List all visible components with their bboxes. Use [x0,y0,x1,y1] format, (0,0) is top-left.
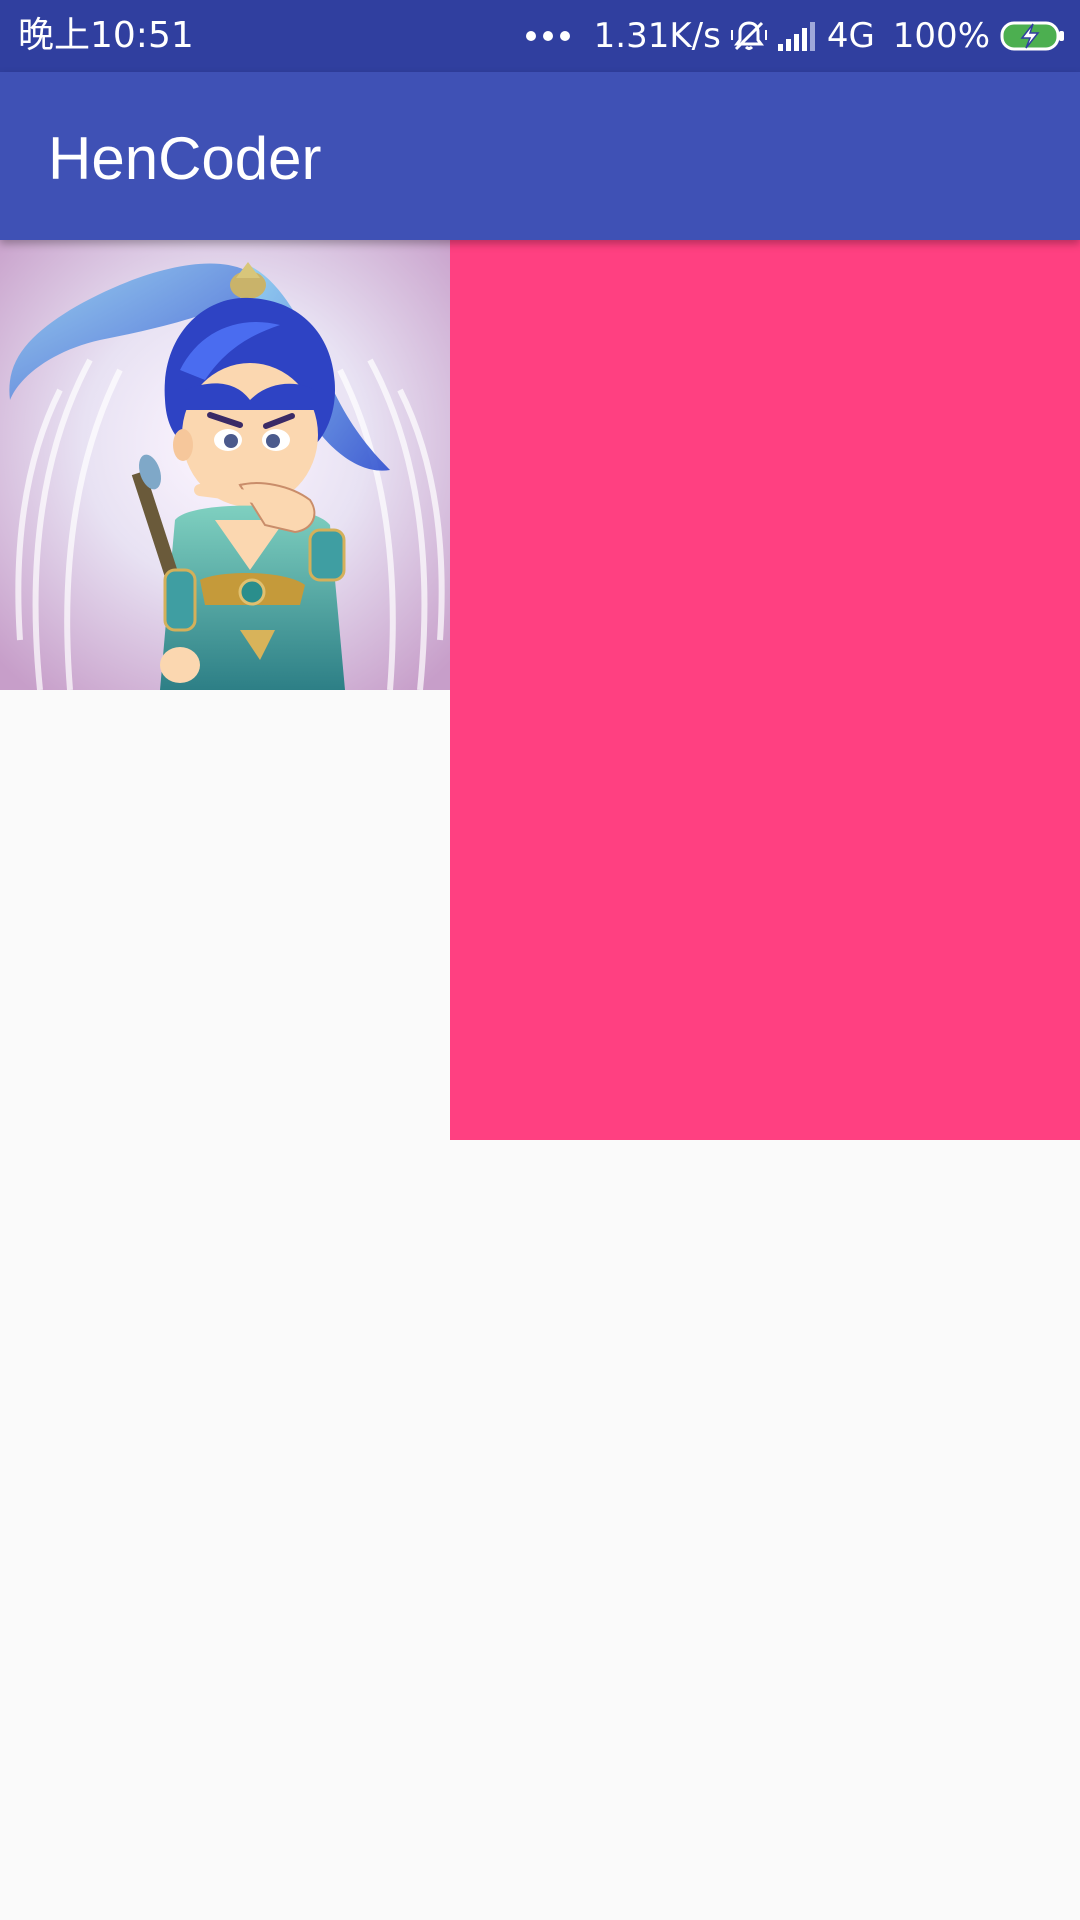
network-speed: 1.31K/s [593,16,721,56]
cartoon-warrior-image [0,240,450,690]
app-bar: HenCoder [0,72,1080,240]
pink-color-block [450,240,1080,1140]
status-time: 晚上10:51 [18,15,194,56]
signal-icon [777,20,817,52]
more-dots-icon [525,31,570,41]
content-area [0,240,1080,1920]
battery-percent: 100% [892,16,990,56]
mute-vibrate-icon [730,18,767,54]
app-title: HenCoder [48,125,322,192]
status-icons: 1.31K/s 4G 100% [525,10,1066,62]
network-type: 4G [826,16,875,56]
status-bar: 晚上10:51 1.31K/s 4G 100% [0,0,1080,72]
battery-charging-icon [1000,20,1066,52]
